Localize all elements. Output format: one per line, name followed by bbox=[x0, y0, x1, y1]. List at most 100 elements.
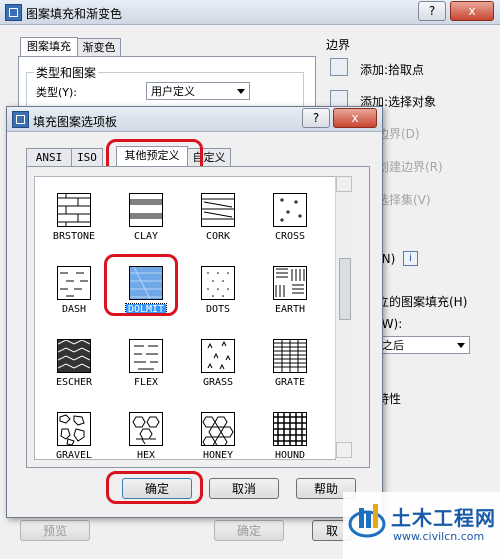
pattern-swatch bbox=[201, 339, 235, 373]
watermark-text: 土木工程网 bbox=[391, 506, 496, 530]
tab-iso[interactable]: ISO bbox=[71, 148, 103, 167]
draw-order-value: 之后 bbox=[382, 339, 404, 352]
highlight-ring-dolmit bbox=[104, 254, 178, 316]
main-close-button[interactable]: x bbox=[450, 1, 494, 21]
pattern-swatch bbox=[273, 339, 307, 373]
chevron-down-icon bbox=[237, 89, 245, 94]
pattern-swatch bbox=[129, 412, 163, 446]
pattern-label: HEX bbox=[113, 450, 179, 460]
pattern-swatch bbox=[57, 193, 91, 227]
pattern-label: BRSTONE bbox=[41, 231, 107, 242]
pattern-label: EARTH bbox=[257, 304, 323, 315]
pattern-label-text: HEX bbox=[136, 450, 156, 460]
pattern-label-text: CLAY bbox=[133, 231, 159, 242]
pattern-list[interactable]: BRSTONE CLAY CORK CROSS DASH DOLMIT DOTS EARTH E… bbox=[34, 176, 336, 460]
add-pick-points-button[interactable]: 添加:拾取点 bbox=[360, 61, 424, 78]
pattern-label-text: GRAVEL bbox=[55, 450, 93, 460]
pattern-item-flex[interactable]: FLEX bbox=[113, 339, 179, 411]
pattern-item-dots[interactable]: DOTS bbox=[185, 266, 251, 338]
pattern-label: ESCHER bbox=[41, 377, 107, 388]
dialog-close-button[interactable]: x bbox=[333, 108, 377, 128]
pattern-swatch bbox=[273, 412, 307, 446]
pattern-swatch bbox=[201, 193, 235, 227]
watermark-logo-icon bbox=[348, 504, 386, 538]
pattern-swatch bbox=[201, 266, 235, 300]
scroll-down-button[interactable] bbox=[336, 442, 352, 458]
pattern-item-escher[interactable]: ESCHER bbox=[41, 339, 107, 411]
highlight-ring-ok bbox=[106, 471, 203, 504]
pattern-item-cross[interactable]: CROSS bbox=[257, 193, 323, 265]
pattern-label: GRASS bbox=[185, 377, 251, 388]
pattern-label: CORK bbox=[185, 231, 251, 242]
pattern-list-scrollbar[interactable] bbox=[335, 176, 353, 458]
pattern-label: DASH bbox=[41, 304, 107, 315]
boundary-title: 边界 bbox=[326, 38, 351, 52]
pattern-label: HONEY bbox=[185, 450, 251, 460]
pattern-item-grass[interactable]: GRASS bbox=[185, 339, 251, 411]
pattern-item-hex[interactable]: HEX bbox=[113, 412, 179, 460]
pattern-label-text: FLEX bbox=[133, 377, 159, 388]
pattern-item-cork[interactable]: CORK bbox=[185, 193, 251, 265]
pattern-item-earth[interactable]: EARTH bbox=[257, 266, 323, 338]
type-pattern-group-title: 类型和图案 bbox=[34, 64, 99, 81]
pattern-label-text: DOTS bbox=[205, 304, 231, 315]
pattern-swatch bbox=[129, 339, 163, 373]
main-ok-button[interactable]: 确定 bbox=[214, 520, 284, 541]
main-help-button[interactable]: ? bbox=[418, 1, 446, 21]
dialog-cancel-button[interactable]: 取消 bbox=[209, 478, 279, 499]
dialog-app-icon bbox=[12, 111, 29, 128]
pattern-swatch bbox=[57, 266, 91, 300]
pattern-label-text: ESCHER bbox=[55, 377, 93, 388]
pattern-item-gravel[interactable]: GRAVEL bbox=[41, 412, 107, 460]
independent-hatch-checkbox[interactable]: 立的图案填充(H) bbox=[377, 293, 467, 310]
recreate-boundary-button[interactable]: 创建边界(R) bbox=[377, 158, 443, 175]
pick-points-icon[interactable] bbox=[330, 58, 348, 76]
pattern-label-text: CORK bbox=[205, 231, 231, 242]
pattern-item-dash[interactable]: DASH bbox=[41, 266, 107, 338]
pattern-swatch bbox=[273, 266, 307, 300]
pattern-label-text: GRASS bbox=[202, 377, 234, 388]
pattern-label: CLAY bbox=[113, 231, 179, 242]
type-combo[interactable]: 用户定义 bbox=[146, 82, 250, 100]
pattern-label-text: DASH bbox=[61, 304, 87, 315]
autocad-app-icon bbox=[5, 4, 22, 21]
tab-gradient[interactable]: 渐变色 bbox=[77, 38, 121, 57]
dialog-help-button[interactable]: ? bbox=[302, 108, 330, 128]
dialog-title: 填充图案选项板 bbox=[33, 115, 118, 129]
tab-hatch[interactable]: 图案填充 bbox=[20, 37, 78, 57]
pattern-swatch bbox=[273, 193, 307, 227]
pattern-swatch bbox=[201, 412, 235, 446]
pattern-label: HOUND bbox=[257, 450, 323, 460]
pattern-label: FLEX bbox=[113, 377, 179, 388]
remove-boundary-button[interactable]: 边界(D) bbox=[377, 125, 420, 142]
chevron-down-icon bbox=[457, 343, 465, 348]
type-label: 类型(Y): bbox=[36, 86, 78, 99]
watermark-url: www.civilcn.com bbox=[393, 530, 485, 543]
pattern-label-text: HOUND bbox=[274, 450, 306, 460]
pattern-label: DOTS bbox=[185, 304, 251, 315]
view-selection-button[interactable]: 选择集(V) bbox=[377, 191, 431, 208]
type-combo-value: 用户定义 bbox=[151, 85, 195, 98]
pattern-swatch bbox=[57, 339, 91, 373]
draw-order-combo[interactable]: 之后 bbox=[377, 336, 470, 354]
pattern-label-text: HONEY bbox=[202, 450, 234, 460]
pattern-swatch bbox=[129, 193, 163, 227]
pattern-item-hound[interactable]: HOUND bbox=[257, 412, 323, 460]
pattern-label-text: GRATE bbox=[274, 377, 306, 388]
pattern-label: GRAVEL bbox=[41, 450, 107, 460]
pattern-swatch bbox=[57, 412, 91, 446]
scroll-up-button[interactable] bbox=[336, 176, 352, 192]
scroll-thumb[interactable] bbox=[339, 258, 351, 320]
watermark: 土木工程网 www.civilcn.com bbox=[343, 492, 500, 559]
main-window-title: 图案填充和渐变色 bbox=[26, 7, 123, 21]
info-icon[interactable]: i bbox=[403, 251, 418, 266]
pattern-item-grate[interactable]: GRATE bbox=[257, 339, 323, 411]
pattern-item-honey[interactable]: HONEY bbox=[185, 412, 251, 460]
pattern-label-text: EARTH bbox=[274, 304, 306, 315]
pattern-label: CROSS bbox=[257, 231, 323, 242]
pattern-item-brstone[interactable]: BRSTONE bbox=[41, 193, 107, 265]
preview-button[interactable]: 预览 bbox=[20, 520, 90, 541]
pattern-label-text: BRSTONE bbox=[52, 231, 96, 242]
main-title-bar: 图案填充和渐变色 ? x bbox=[0, 0, 500, 25]
tab-ansi[interactable]: ANSI bbox=[26, 148, 72, 167]
